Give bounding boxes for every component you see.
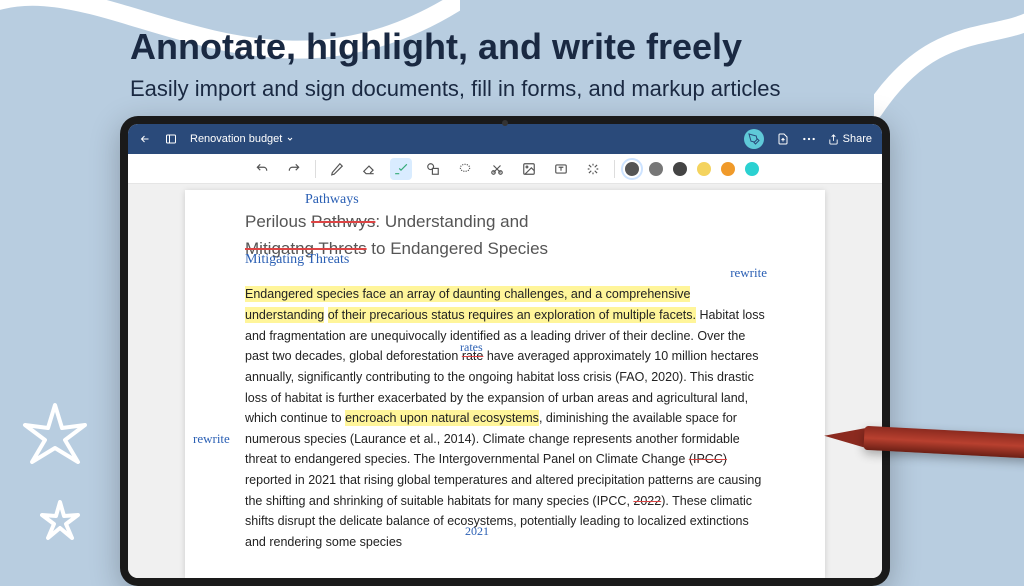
- lasso-tool[interactable]: [454, 158, 476, 180]
- subheadline: Easily import and sign documents, fill i…: [130, 76, 780, 102]
- back-icon[interactable]: [138, 132, 152, 146]
- cut-tool[interactable]: [486, 158, 508, 180]
- divider: [315, 160, 316, 178]
- share-label: Share: [843, 133, 872, 145]
- document-viewport[interactable]: Pathways Perilous Pathwys: Understanding…: [128, 184, 882, 578]
- headline: Annotate, highlight, and write freely: [130, 26, 742, 68]
- color-swatch-3[interactable]: [673, 162, 687, 176]
- highlighter-tool[interactable]: [390, 158, 412, 180]
- color-swatch-5[interactable]: [721, 162, 735, 176]
- sidebar-icon[interactable]: [164, 132, 178, 146]
- text-tool[interactable]: [550, 158, 572, 180]
- export-icon[interactable]: [776, 132, 790, 146]
- share-icon: [828, 134, 839, 145]
- annotation-rewrite-2: rewrite: [193, 428, 230, 449]
- shapes-tool[interactable]: [422, 158, 444, 180]
- app-topbar: Renovation budget Share: [128, 124, 882, 154]
- share-button[interactable]: Share: [828, 133, 872, 145]
- toolbar: [128, 154, 882, 184]
- annotation-rates: rates: [460, 338, 483, 358]
- annotation-rewrite-1: rewrite: [730, 262, 767, 283]
- doc-paragraph: Endangered species face an array of daun…: [245, 284, 765, 552]
- document-page: Pathways Perilous Pathwys: Understanding…: [185, 190, 825, 578]
- color-swatch-1[interactable]: [625, 162, 639, 176]
- undo-button[interactable]: [251, 158, 273, 180]
- app-screen: Renovation budget Share: [128, 124, 882, 578]
- color-swatch-6[interactable]: [745, 162, 759, 176]
- chevron-down-icon: [286, 135, 294, 143]
- annotation-2021: 2021: [465, 522, 489, 542]
- tablet-frame: Renovation budget Share: [120, 116, 890, 586]
- divider: [614, 160, 615, 178]
- doc-title-text: Renovation budget: [190, 133, 282, 145]
- star-doodle-1: [20, 400, 90, 490]
- star-doodle-2: [40, 500, 80, 550]
- ink-mode-button[interactable]: [744, 129, 764, 149]
- annotation-mitigating: Mitigating Threats: [245, 248, 349, 271]
- bg-swoosh-2: [874, 0, 1024, 170]
- annotation-pathways: Pathways: [305, 188, 359, 211]
- image-tool[interactable]: [518, 158, 540, 180]
- redo-button[interactable]: [283, 158, 305, 180]
- color-swatch-2[interactable]: [649, 162, 663, 176]
- more-icon[interactable]: [802, 132, 816, 146]
- eraser-tool[interactable]: [358, 158, 380, 180]
- laser-tool[interactable]: [582, 158, 604, 180]
- color-swatch-4[interactable]: [697, 162, 711, 176]
- pen-tool[interactable]: [326, 158, 348, 180]
- doc-title-dropdown[interactable]: Renovation budget: [190, 133, 294, 145]
